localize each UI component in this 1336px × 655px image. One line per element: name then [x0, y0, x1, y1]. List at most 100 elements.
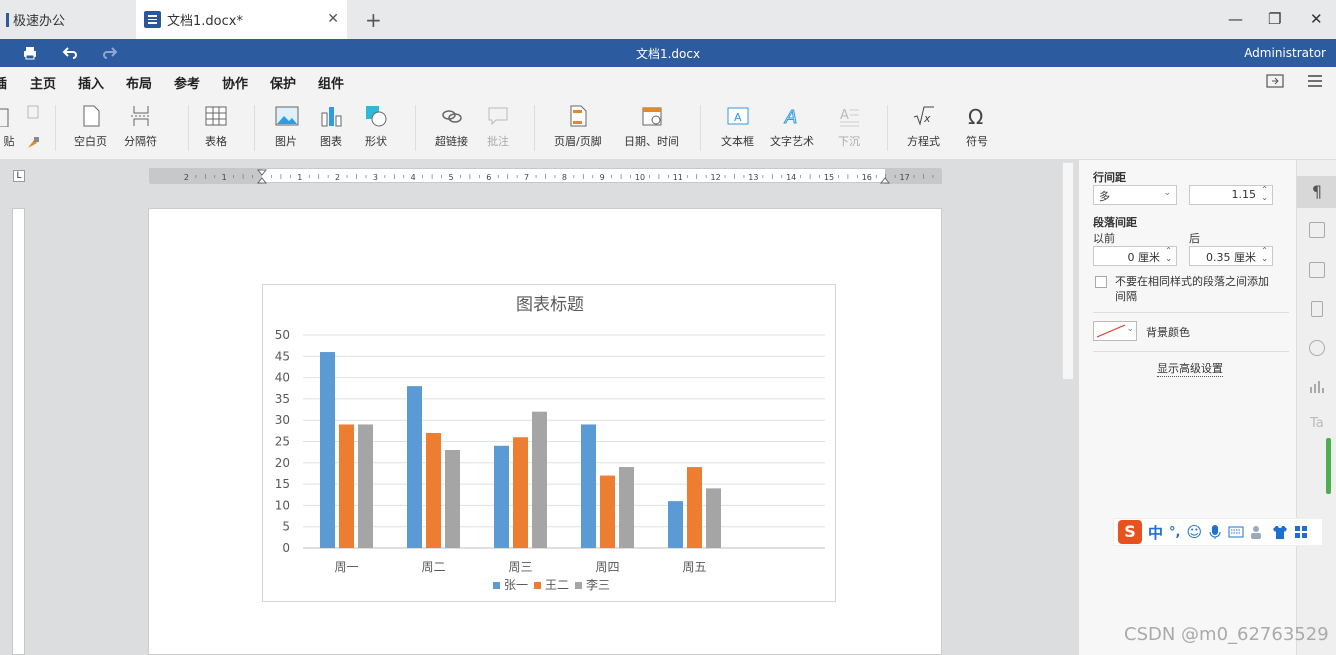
line-spacing-value-input[interactable]: 1.15 ⌃ ⌄	[1189, 185, 1273, 205]
spinner-icon[interactable]: ⌃ ⌄	[1165, 247, 1172, 263]
chart-object[interactable]: 图表标题 0 5 10 15 20 25 30 35 40 45 50 周一 周二 周三 周四 周五 张一 王二 李…	[262, 284, 836, 602]
chart-settings-icon[interactable]	[1309, 378, 1325, 394]
svg-text:A: A	[784, 107, 797, 127]
legend-swatch	[575, 582, 582, 589]
bar-1	[581, 424, 596, 548]
comment-button[interactable]: 批注	[487, 105, 509, 149]
open-location-icon[interactable]	[1266, 73, 1284, 89]
menu-partial[interactable]: 插	[0, 73, 7, 92]
spinner-icon[interactable]: ⌃ ⌄	[1261, 247, 1268, 263]
header-settings-icon[interactable]	[1311, 301, 1323, 317]
menu-layout[interactable]: 布局	[126, 73, 152, 92]
y-tick-label: 25	[275, 435, 290, 449]
tab-home[interactable]: 极速办公	[0, 0, 132, 39]
table-settings-icon[interactable]	[1309, 222, 1325, 238]
sogou-logo-icon[interactable]: S	[1118, 520, 1142, 544]
bar-chart: 图表标题 0 5 10 15 20 25 30 35 40 45 50 周一 周二 周三 周四 周五张一 王二 李…	[275, 295, 825, 592]
ruler-number: 4	[411, 173, 416, 182]
spacing-before-input[interactable]: 0 厘米 ⌃ ⌄	[1093, 246, 1177, 266]
shape-icon	[365, 105, 387, 127]
toolbox-grid-icon[interactable]	[1294, 525, 1308, 539]
vertical-scrollbar[interactable]	[1062, 162, 1074, 380]
spinner-icon[interactable]: ⌃ ⌄	[1261, 186, 1268, 202]
equation-button[interactable]: x 方程式	[907, 105, 940, 149]
hamburger-menu-icon[interactable]	[1307, 74, 1323, 88]
blank-page-icon	[80, 105, 102, 127]
calendar-icon	[641, 105, 663, 127]
dropcap-icon: A	[838, 105, 860, 127]
menu-plugins[interactable]: 组件	[318, 73, 344, 92]
x-tick-label: 周五	[682, 560, 706, 574]
advanced-settings-link[interactable]: 显示高级设置	[1157, 360, 1223, 377]
blank-page-button[interactable]: 空白页	[74, 105, 107, 149]
menu-references[interactable]: 参考	[174, 73, 200, 92]
header-footer-button[interactable]: 页眉/页脚	[554, 105, 602, 149]
no-space-same-style-label: 不要在相同样式的段落之间添加间隔	[1115, 275, 1269, 303]
horizontal-ruler[interactable]: 2 1 1 2 3 4 5 6 7 8 9 10 11 12 13 14 15 16 17	[149, 168, 942, 184]
image-settings-icon[interactable]	[1309, 262, 1325, 278]
textart-settings-icon[interactable]: Ta	[1310, 416, 1324, 431]
tab-document[interactable]: 文档1.docx* ✕	[136, 0, 347, 39]
menu-protect[interactable]: 保护	[270, 73, 296, 92]
menu-collaborate[interactable]: 协作	[222, 73, 248, 92]
bar-1	[494, 445, 509, 548]
vertical-ruler[interactable]	[12, 208, 25, 655]
bar-3	[532, 411, 547, 548]
menu-insert[interactable]: 插入	[78, 73, 105, 97]
user-icon[interactable]	[1250, 524, 1266, 540]
restore-button[interactable]: ❐	[1268, 10, 1281, 28]
datetime-button[interactable]: 日期、时间	[624, 105, 679, 149]
tab-stop-selector[interactable]: L	[13, 170, 25, 182]
textbox-button[interactable]: A 文本框	[721, 105, 754, 149]
omega-icon: Ω	[966, 105, 988, 129]
separator	[415, 105, 416, 151]
image-button[interactable]: 图片	[275, 105, 299, 149]
close-tab-icon[interactable]: ✕	[327, 11, 339, 27]
dropcap-button[interactable]: A 下沉	[838, 105, 860, 149]
ruler-number: 9	[600, 173, 605, 182]
menu-home[interactable]: 主页	[30, 73, 56, 92]
keyboard-icon[interactable]	[1228, 526, 1244, 538]
legend-label: 王二	[545, 578, 569, 592]
sidebar-scroll-indicator[interactable]	[1326, 438, 1331, 494]
line-spacing-mode-select[interactable]: 多 ⌄	[1093, 185, 1177, 205]
legend-swatch	[534, 582, 541, 589]
minimize-button[interactable]: —	[1228, 10, 1243, 28]
shape-button[interactable]: 形状	[365, 105, 387, 149]
page-break-icon	[130, 105, 152, 127]
table-button[interactable]: 表格	[205, 105, 227, 149]
symbol-button[interactable]: Ω 符号	[966, 105, 988, 149]
ruler-number: 8	[562, 173, 567, 182]
svg-text:A: A	[734, 111, 742, 124]
format-painter-icon[interactable]	[25, 135, 41, 154]
page-break-button[interactable]: 分隔符	[124, 105, 157, 149]
y-tick-label: 45	[275, 349, 290, 363]
background-color-picker[interactable]: ⌄	[1093, 321, 1137, 341]
divider	[1093, 351, 1289, 352]
microphone-icon[interactable]	[1208, 524, 1222, 540]
y-tick-label: 50	[275, 328, 290, 342]
ruler-number: 10	[635, 173, 645, 182]
textart-button[interactable]: A 文字艺术	[770, 105, 814, 149]
app-icon	[6, 12, 9, 27]
bar-1	[668, 501, 683, 548]
document-title: 文档1.docx	[635, 47, 701, 61]
title-bar: 文档1.docx Administrator	[0, 39, 1336, 67]
paragraph-icon[interactable]: ¶	[1297, 176, 1336, 208]
user-name[interactable]: Administrator	[1244, 46, 1326, 60]
no-space-checkbox[interactable]	[1095, 276, 1107, 288]
paste-button[interactable]: 贴	[0, 105, 20, 149]
copy-icon[interactable]	[25, 105, 41, 124]
separator	[700, 105, 701, 151]
spacing-after-input[interactable]: 0.35 厘米 ⌃ ⌄	[1189, 246, 1273, 266]
hyperlink-button[interactable]: 超链接	[435, 105, 468, 149]
ime-mode-toggle[interactable]: 中	[1148, 522, 1163, 543]
shape-settings-icon[interactable]	[1309, 340, 1325, 356]
punctuation-toggle[interactable]: °,	[1169, 525, 1180, 540]
divider	[1093, 312, 1289, 313]
close-window-button[interactable]: ✕	[1310, 10, 1323, 28]
emoji-icon[interactable]: ☺	[1186, 523, 1202, 541]
new-tab-button[interactable]: +	[365, 8, 382, 32]
chart-button[interactable]: 图表	[320, 105, 342, 149]
skin-shirt-icon[interactable]	[1272, 524, 1288, 540]
